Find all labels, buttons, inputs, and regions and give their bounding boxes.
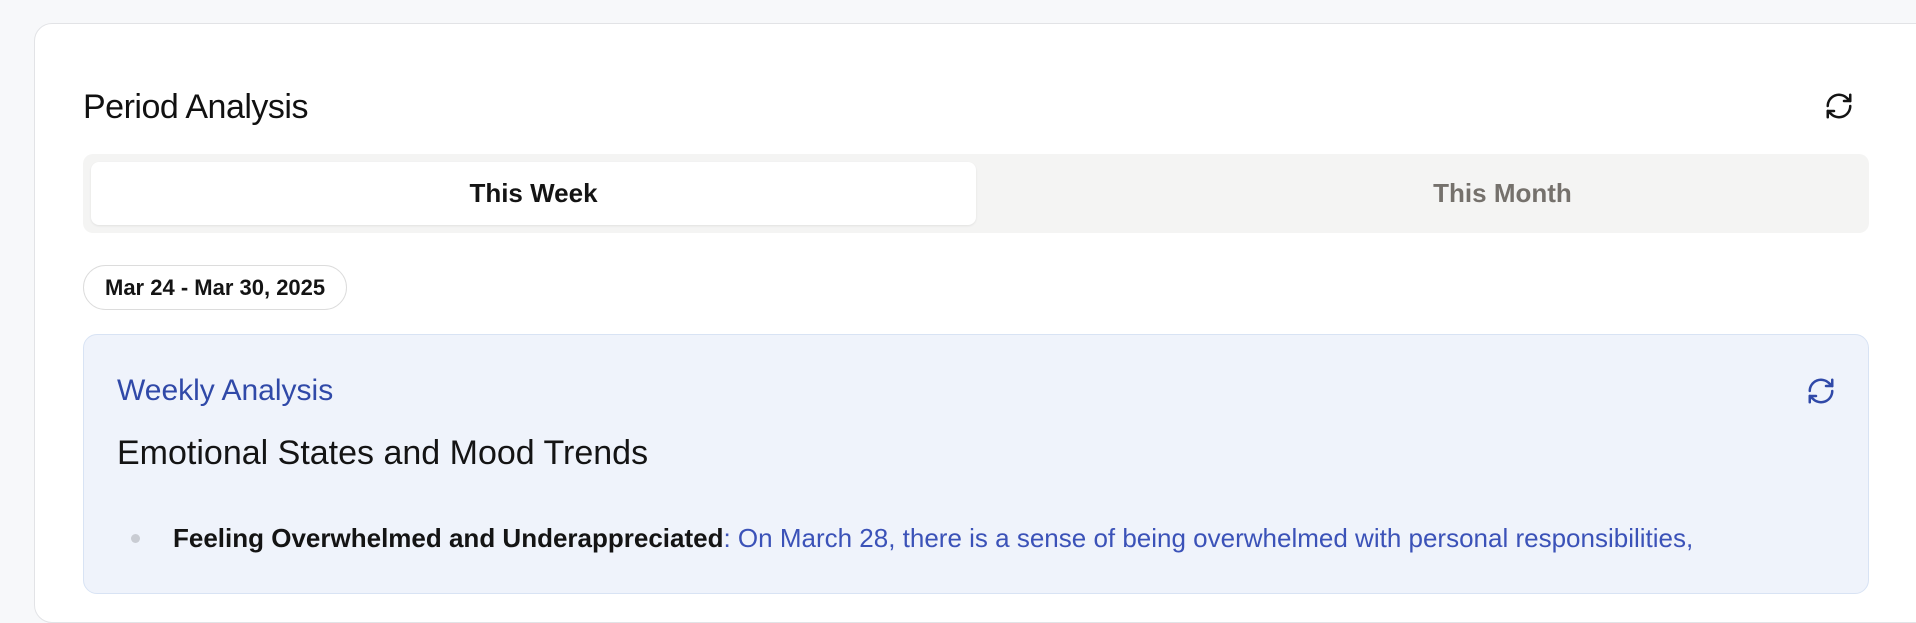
analysis-label: Weekly Analysis: [117, 374, 334, 407]
date-range-badge: Mar 24 - Mar 30, 2025: [83, 265, 348, 310]
list-item-text: Feeling Overwhelmed and Underappreciated…: [173, 521, 1693, 555]
tab-this-week[interactable]: This Week: [91, 162, 976, 225]
refresh-icon: [1808, 378, 1834, 404]
refresh-icon: [1826, 93, 1852, 119]
list-item-body: : On March 28, there is a sense of being…: [723, 523, 1694, 553]
analysis-heading: Emotional States and Mood Trends: [117, 434, 649, 472]
card-header: Period Analysis: [83, 84, 1883, 134]
page-title: Period Analysis: [83, 88, 308, 126]
refresh-button[interactable]: [1819, 86, 1859, 126]
period-tabs: This Week This Month: [83, 154, 1869, 233]
list-item-title: Feeling Overwhelmed and Underappreciated: [173, 523, 724, 553]
analysis-refresh-button[interactable]: [1801, 371, 1841, 411]
bullet-dot: [131, 534, 140, 543]
tab-this-month[interactable]: This Month: [1060, 162, 1916, 225]
weekly-analysis-panel: Weekly Analysis Emotional States and Moo…: [83, 334, 1869, 594]
